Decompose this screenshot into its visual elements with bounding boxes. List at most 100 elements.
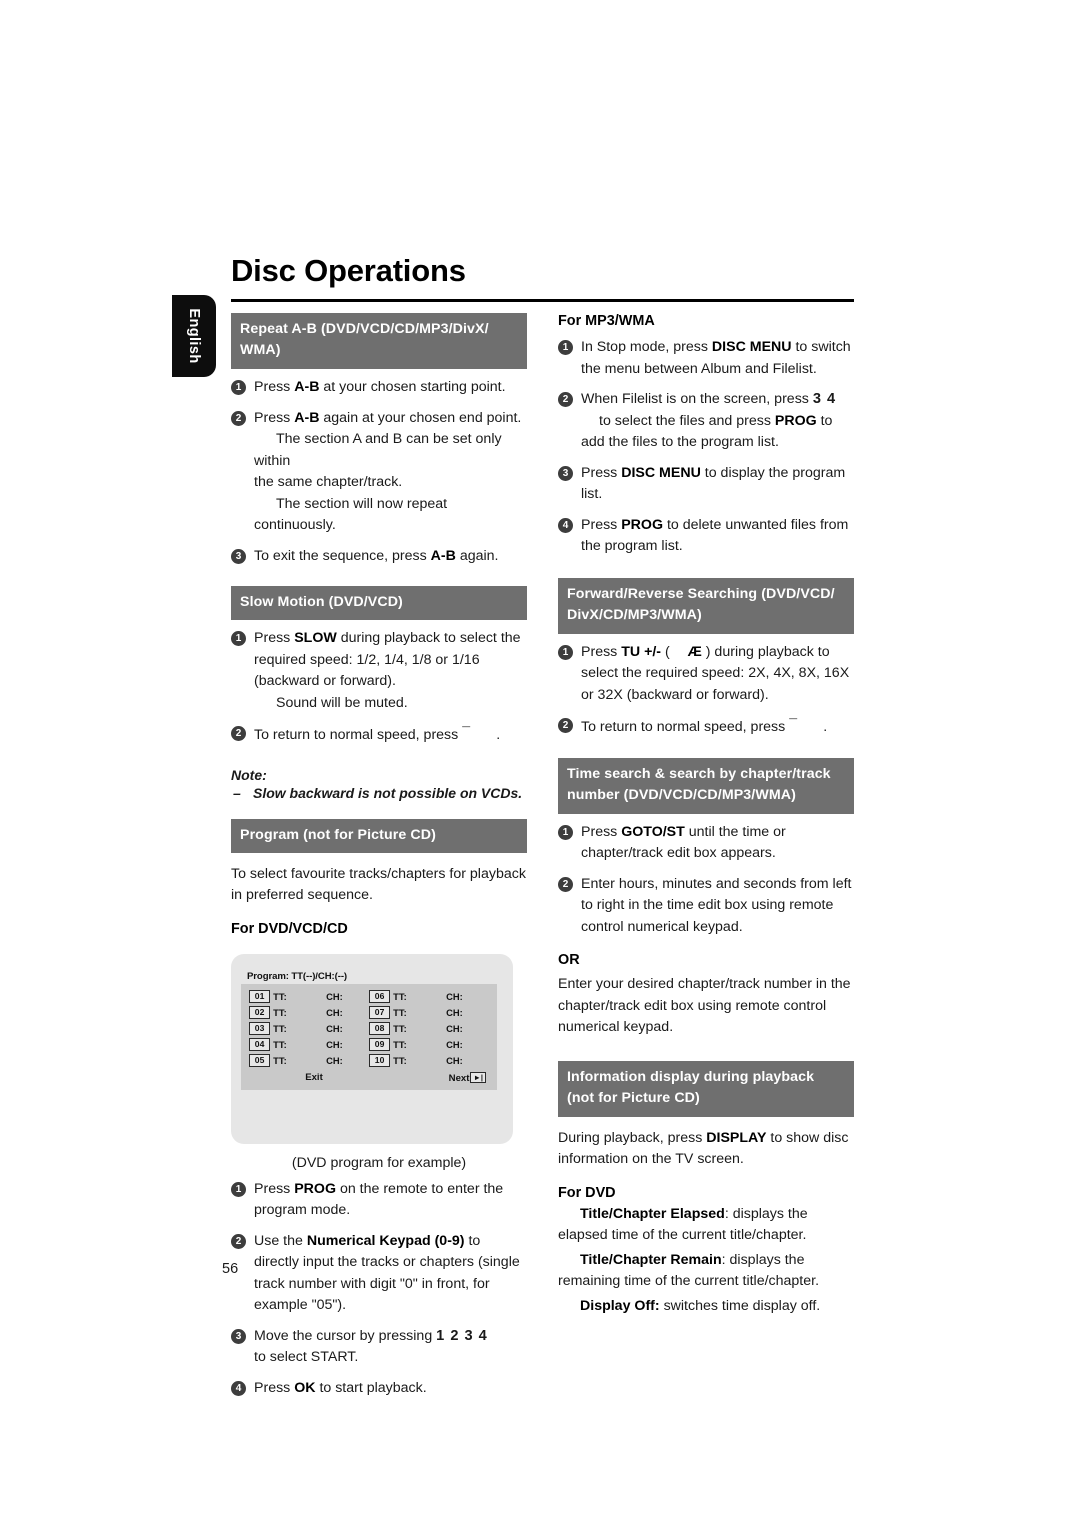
step-bullet: 4 [231, 1380, 246, 1396]
step-text-bold: TU +/- [621, 643, 662, 660]
step-bullet: 3 [231, 548, 246, 564]
program-chapter-field: CH: [446, 991, 463, 1002]
step-text-pre: Press [581, 643, 622, 660]
step-text-pre: To return to normal speed, press [254, 727, 463, 743]
title-divider [231, 299, 854, 302]
program-slot-number[interactable]: 07 [369, 1006, 391, 1019]
list-item: 1 Press PROG on the remote to enter the … [231, 1179, 527, 1222]
program-chapter-field: CH: [326, 991, 343, 1002]
step-bullet: 1 [231, 631, 246, 646]
program-title-field: TT: [273, 1039, 287, 1050]
step-bullet: 1 [231, 1181, 246, 1197]
step-text-pre: Press [581, 464, 622, 481]
step-text-pre: Move the cursor by pressing [254, 1327, 437, 1344]
program-slot-number[interactable]: 09 [369, 1038, 391, 1051]
step-bullet: 3 [558, 465, 573, 481]
searching-steps: 1 Press TU +/- ( Æ ) during playback to … [558, 642, 854, 739]
step-text-pre: To exit the sequence, press [254, 547, 431, 564]
list-item: 3 Move the cursor by pressing 1 2 3 4 to … [231, 1326, 527, 1369]
play-glyph-icon: ¯ [789, 717, 798, 733]
program-slot-number[interactable]: 01 [249, 990, 271, 1003]
program-title-field: TT: [393, 1007, 407, 1018]
program-chapter-field: CH: [446, 1039, 463, 1050]
program-slot-number[interactable]: 04 [249, 1038, 271, 1051]
program-intro: To select favourite tracks/chapters for … [231, 865, 526, 904]
step-text-bold: DISC MENU [711, 339, 792, 355]
program-chapter-field: CH: [326, 1023, 343, 1034]
manual-page: English Disc Operations Repeat A-B (DVD/… [0, 0, 1080, 1528]
program-slot-number[interactable]: 10 [369, 1054, 391, 1067]
list-item: 1 Press GOTO/ST until the time or chapte… [558, 822, 854, 865]
list-item: 2 When Filelist is on the screen, press … [558, 389, 854, 454]
step-bullet: 2 [231, 726, 246, 741]
info-intro-bold: DISPLAY [706, 1129, 767, 1146]
step-subtext-2: the same chapter/track. [254, 474, 403, 490]
step-bullet: 1 [558, 340, 573, 355]
step-bullet: 2 [558, 876, 573, 892]
program-title-field: TT: [273, 1023, 287, 1034]
step-subtext-1: The section A and B can be set only with… [254, 431, 502, 469]
program-title-field: TT: [393, 1055, 407, 1066]
program-title-field: TT: [273, 1055, 287, 1066]
step-text-bold: PROG [621, 516, 663, 533]
list-item: 1 Press TU +/- ( Æ ) during playback to … [558, 642, 854, 707]
step-text-bold: A-B [294, 379, 320, 395]
step-text-pre: When Filelist is on the screen, press [581, 391, 813, 407]
next-button[interactable]: Next ►| [379, 1071, 489, 1084]
step-text-bold: OK [294, 1379, 316, 1396]
program-slot-number[interactable]: 08 [369, 1022, 391, 1035]
step-text-post: . [496, 727, 501, 743]
step-text-bold: A-B [294, 409, 320, 426]
language-side-tab-label: English [186, 308, 202, 364]
step-bullet: 1 [231, 380, 246, 395]
program-screen-title: Program: TT(--)/CH:(--) [247, 970, 348, 982]
program-screen-footer: Exit Next ►| [249, 1070, 489, 1086]
program-slot-number[interactable]: 06 [369, 990, 391, 1003]
step-text-post: to start playback. [315, 1379, 427, 1396]
or-text: Enter your desired chapter/track number … [558, 976, 851, 1035]
info-item: Display Off: switches time display off. [558, 1296, 854, 1318]
program-screen-inner: Program: TT(--)/CH:(--) 01 TT: CH: 06 TT… [241, 970, 497, 1090]
page-title: Disc Operations [231, 253, 466, 288]
program-slot-number[interactable]: 03 [249, 1022, 271, 1035]
or-label: OR [558, 952, 580, 968]
step-text-pre: To return to normal speed, press [581, 719, 790, 735]
step-text-pre: In Stop mode, press [581, 339, 712, 355]
program-chapter-field: CH: [446, 1023, 463, 1034]
step-text-post: . [823, 719, 828, 735]
step-text-pre: Use the [254, 1232, 307, 1249]
step-text-post: to select START. [254, 1349, 359, 1365]
program-chapter-field: CH: [446, 1007, 463, 1018]
direction-keys-glyph-icon: 1 2 3 4 [436, 1327, 488, 1344]
info-item: Title/Chapter Elapsed: displays the elap… [558, 1204, 854, 1247]
play-glyph-icon: ¯ [462, 725, 471, 741]
program-screen-figure: Program: TT(--)/CH:(--) 01 TT: CH: 06 TT… [231, 953, 513, 1144]
info-item-text: switches time display off. [659, 1297, 821, 1314]
language-side-tab: English [172, 295, 216, 377]
list-item: 2 To return to normal speed, press ¯. [231, 723, 527, 747]
step-bullet: 3 [231, 1328, 246, 1344]
figure-caption: (DVD program for example) [291, 1154, 467, 1171]
note-text: Slow backward is not possible on VCDs. [253, 784, 523, 801]
step-bullet: 1 [558, 644, 573, 660]
list-item: 3 Press DISC MENU to display the program… [558, 463, 854, 506]
step-bullet: 2 [558, 392, 573, 407]
step-text-post: at your chosen starting point. [319, 379, 506, 395]
step-text-bold: A-B [430, 547, 456, 564]
section-header-repeat-ab: Repeat A-B (DVD/VCD/CD/MP3/DivX/ WMA) [231, 313, 527, 369]
exit-button[interactable]: Exit [249, 1072, 379, 1083]
step-text-pre: Press [581, 823, 622, 840]
step-text-pre: Press [254, 409, 295, 426]
section-header-time-search: Time search & search by chapter/track nu… [558, 757, 854, 814]
section-header-info-display: Information display during playback (not… [558, 1060, 854, 1117]
program-title-field: TT: [393, 991, 407, 1002]
mp3-wma-steps: 1 In Stop mode, press DISC MENU to switc… [558, 337, 854, 558]
program-title-field: TT: [393, 1039, 407, 1050]
page-number: 56 [222, 1261, 239, 1277]
list-item: 2 Use the Numerical Keypad (0-9) to dire… [231, 1231, 527, 1317]
program-slot-number[interactable]: 05 [249, 1054, 271, 1067]
step-bullet: 4 [558, 517, 573, 533]
program-slot-number[interactable]: 02 [249, 1006, 271, 1019]
step-subtext-3: The section will now repeat continuously… [254, 495, 448, 534]
section-header-searching: Forward/Reverse Searching (DVD/VCD/ DivX… [558, 577, 854, 634]
